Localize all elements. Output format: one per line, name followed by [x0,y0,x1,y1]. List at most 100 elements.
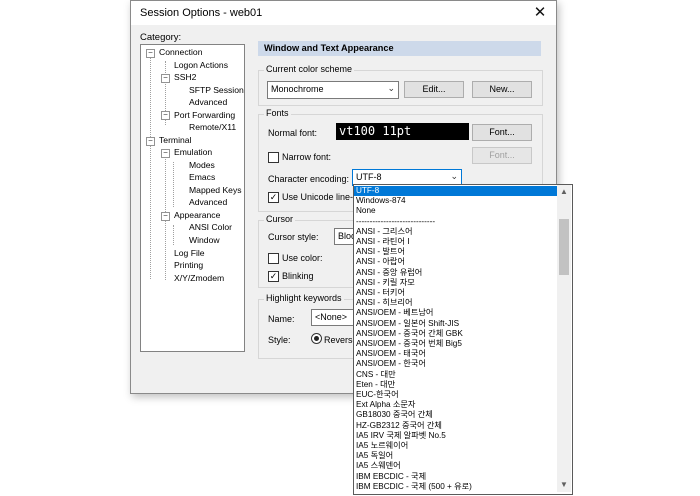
encoding-option[interactable]: IA5 독일어 [354,451,558,461]
cursor-group-label: Cursor [264,214,296,224]
cursor-blinking-checkbox[interactable]: ✓ [268,271,279,282]
collapse-connection-icon[interactable]: − [146,49,155,58]
encoding-option[interactable]: GB18030 중국어 간체 [354,410,558,420]
color-scheme-group-label: Current color scheme [264,64,355,74]
encoding-option[interactable]: ANSI - 발트어 [354,247,558,257]
collapse-port-forwarding-icon[interactable]: − [161,111,170,120]
tree-item-connection[interactable]: Connection [159,47,202,58]
highlight-group-label: Highlight keywords [264,293,344,303]
tree-item-window[interactable]: Window [189,235,220,246]
normal-font-preview: vt100 11pt [336,123,469,140]
encoding-option[interactable]: ANSI - 중앙 유럽어 [354,268,558,278]
encoding-option[interactable]: EUC-한국어 [354,390,558,400]
tree-item-printing[interactable]: Printing [174,260,203,271]
scroll-up-icon[interactable]: ▲ [557,185,571,199]
highlight-name-value: <None> [315,312,348,322]
encoding-option[interactable]: ANSI/OEM - 한국어 [354,359,558,369]
window-title: Session Options - web01 [140,7,263,19]
encoding-option[interactable]: ANSI/OEM - 중국어 번체 Big5 [354,339,558,349]
tree-connector [150,55,151,145]
unicode-line-drawing-label: Use Unicode line-dr [282,192,362,202]
encoding-option[interactable]: ANSI - 키릴 자모 [354,278,558,288]
section-header: Window and Text Appearance [258,41,541,56]
encoding-option[interactable]: ANSI/OEM - 베트남어 [354,308,558,318]
new-scheme-button[interactable]: New... [472,81,532,98]
color-scheme-value: Monochrome [271,84,324,94]
category-tree[interactable]: − Connection Logon Actions − SSH2 SFTP S… [140,44,245,352]
tree-item-port-forwarding[interactable]: Port Forwarding [174,110,235,121]
chevron-down-icon: ⌄ [387,83,395,93]
encoding-option[interactable]: ANSI - 터키어 [354,288,558,298]
encoding-option[interactable]: UTF-8 [354,186,558,196]
tree-connector [173,162,174,207]
tree-item-logon-actions[interactable]: Logon Actions [174,60,228,71]
encoding-option[interactable]: IBM EBCDIC - 국제 [354,472,558,482]
encoding-option[interactable]: ANSI - 히브리어 [354,298,558,308]
tree-item-sftp-session[interactable]: SFTP Session [189,85,244,96]
highlight-style-label: Style: [268,335,291,345]
encoding-option[interactable]: IA5 스웨덴어 [354,461,558,471]
narrow-font-checkbox[interactable] [268,152,279,163]
narrow-font-label: Narrow font: [282,152,332,162]
category-label: Category: [140,32,182,43]
character-encoding-label: Character encoding: [268,174,350,184]
character-encoding-value: UTF-8 [356,172,382,182]
dropdown-scrollbar[interactable]: ▲ ▼ [557,185,571,492]
unicode-line-drawing-checkbox[interactable]: ✓ [268,192,279,203]
chevron-down-icon: ⌄ [450,171,458,181]
encoding-option[interactable]: Windows-874 [354,196,558,206]
tree-item-remote-x11[interactable]: Remote/X11 [189,122,236,133]
collapse-ssh2-icon[interactable]: − [161,74,170,83]
tree-item-ssh2-advanced[interactable]: Advanced [189,97,227,108]
encoding-option[interactable]: ANSI - 그리스어 [354,227,558,237]
section-header-title: Window and Text Appearance [264,43,394,53]
tree-item-log-file[interactable]: Log File [174,248,205,259]
fonts-group-label: Fonts [264,108,291,118]
cursor-blinking-label: Blinking [282,271,314,281]
normal-font-button[interactable]: Font... [472,124,532,141]
color-scheme-select[interactable]: Monochrome ⌄ [267,81,399,99]
encoding-option[interactable]: IA5 IRV 국제 알파벳 No.5 [354,431,558,441]
tree-item-xyzmodem[interactable]: X/Y/Zmodem [174,273,224,284]
tree-item-ansi-color[interactable]: ANSI Color [189,222,232,233]
encoding-option[interactable]: IBM EBCDIC - 국제 (500 + 유로) [354,482,558,492]
scroll-down-icon[interactable]: ▼ [557,478,571,492]
cursor-use-color-checkbox[interactable] [268,253,279,264]
encoding-option[interactable]: ANSI/OEM - 태국어 [354,349,558,359]
tree-item-mapped-keys[interactable]: Mapped Keys [189,185,242,196]
edit-scheme-button[interactable]: Edit... [404,81,464,98]
encoding-option[interactable]: HZ-GB2312 중국어 간체 [354,421,558,431]
tree-item-emulation[interactable]: Emulation [174,147,212,158]
encoding-option[interactable]: IA5 노르웨이어 [354,441,558,451]
encoding-option[interactable]: Eten - 대만 [354,380,558,390]
tree-item-emacs[interactable]: Emacs [189,172,215,183]
narrow-font-button[interactable]: Font... [472,147,532,164]
collapse-emulation-icon[interactable]: − [161,149,170,158]
close-icon[interactable]: ✕ [527,3,553,23]
tree-item-emulation-advanced[interactable]: Advanced [189,197,227,208]
tree-connector [150,145,151,279]
encoding-option[interactable]: ANSI/OEM - 중국어 간체 GBK [354,329,558,339]
tree-item-modes[interactable]: Modes [189,160,215,171]
encoding-option[interactable]: ----------------------------- [354,217,558,227]
tree-connector [173,225,174,245]
cursor-use-color-label: Use color: [282,253,323,263]
collapse-appearance-icon[interactable]: − [161,212,170,221]
character-encoding-dropdown-list[interactable]: UTF-8 Windows-874 None --------------------… [353,184,573,495]
title-bar[interactable]: Session Options - web01 ✕ [131,1,556,25]
encoding-option[interactable]: None [354,206,558,216]
encoding-option[interactable]: ANSI - 아랍어 [354,257,558,267]
encoding-option[interactable]: Ext Alpha 소문자 [354,400,558,410]
encoding-option[interactable]: ANSI/OEM - 일본어 Shift-JIS [354,319,558,329]
scrollbar-thumb[interactable] [559,219,569,275]
encoding-option[interactable]: ANSI - 라틴어 I [354,237,558,247]
tree-item-appearance[interactable]: Appearance [174,210,220,221]
normal-font-label: Normal font: [268,128,318,138]
tree-item-ssh2[interactable]: SSH2 [174,72,196,83]
highlight-style-radio[interactable] [311,333,322,344]
cursor-style-label: Cursor style: [268,232,319,242]
tree-item-terminal[interactable]: Terminal [159,135,191,146]
encoding-option[interactable]: CNS - 대만 [354,370,558,380]
radio-selected-dot [314,336,319,341]
collapse-terminal-icon[interactable]: − [146,137,155,146]
